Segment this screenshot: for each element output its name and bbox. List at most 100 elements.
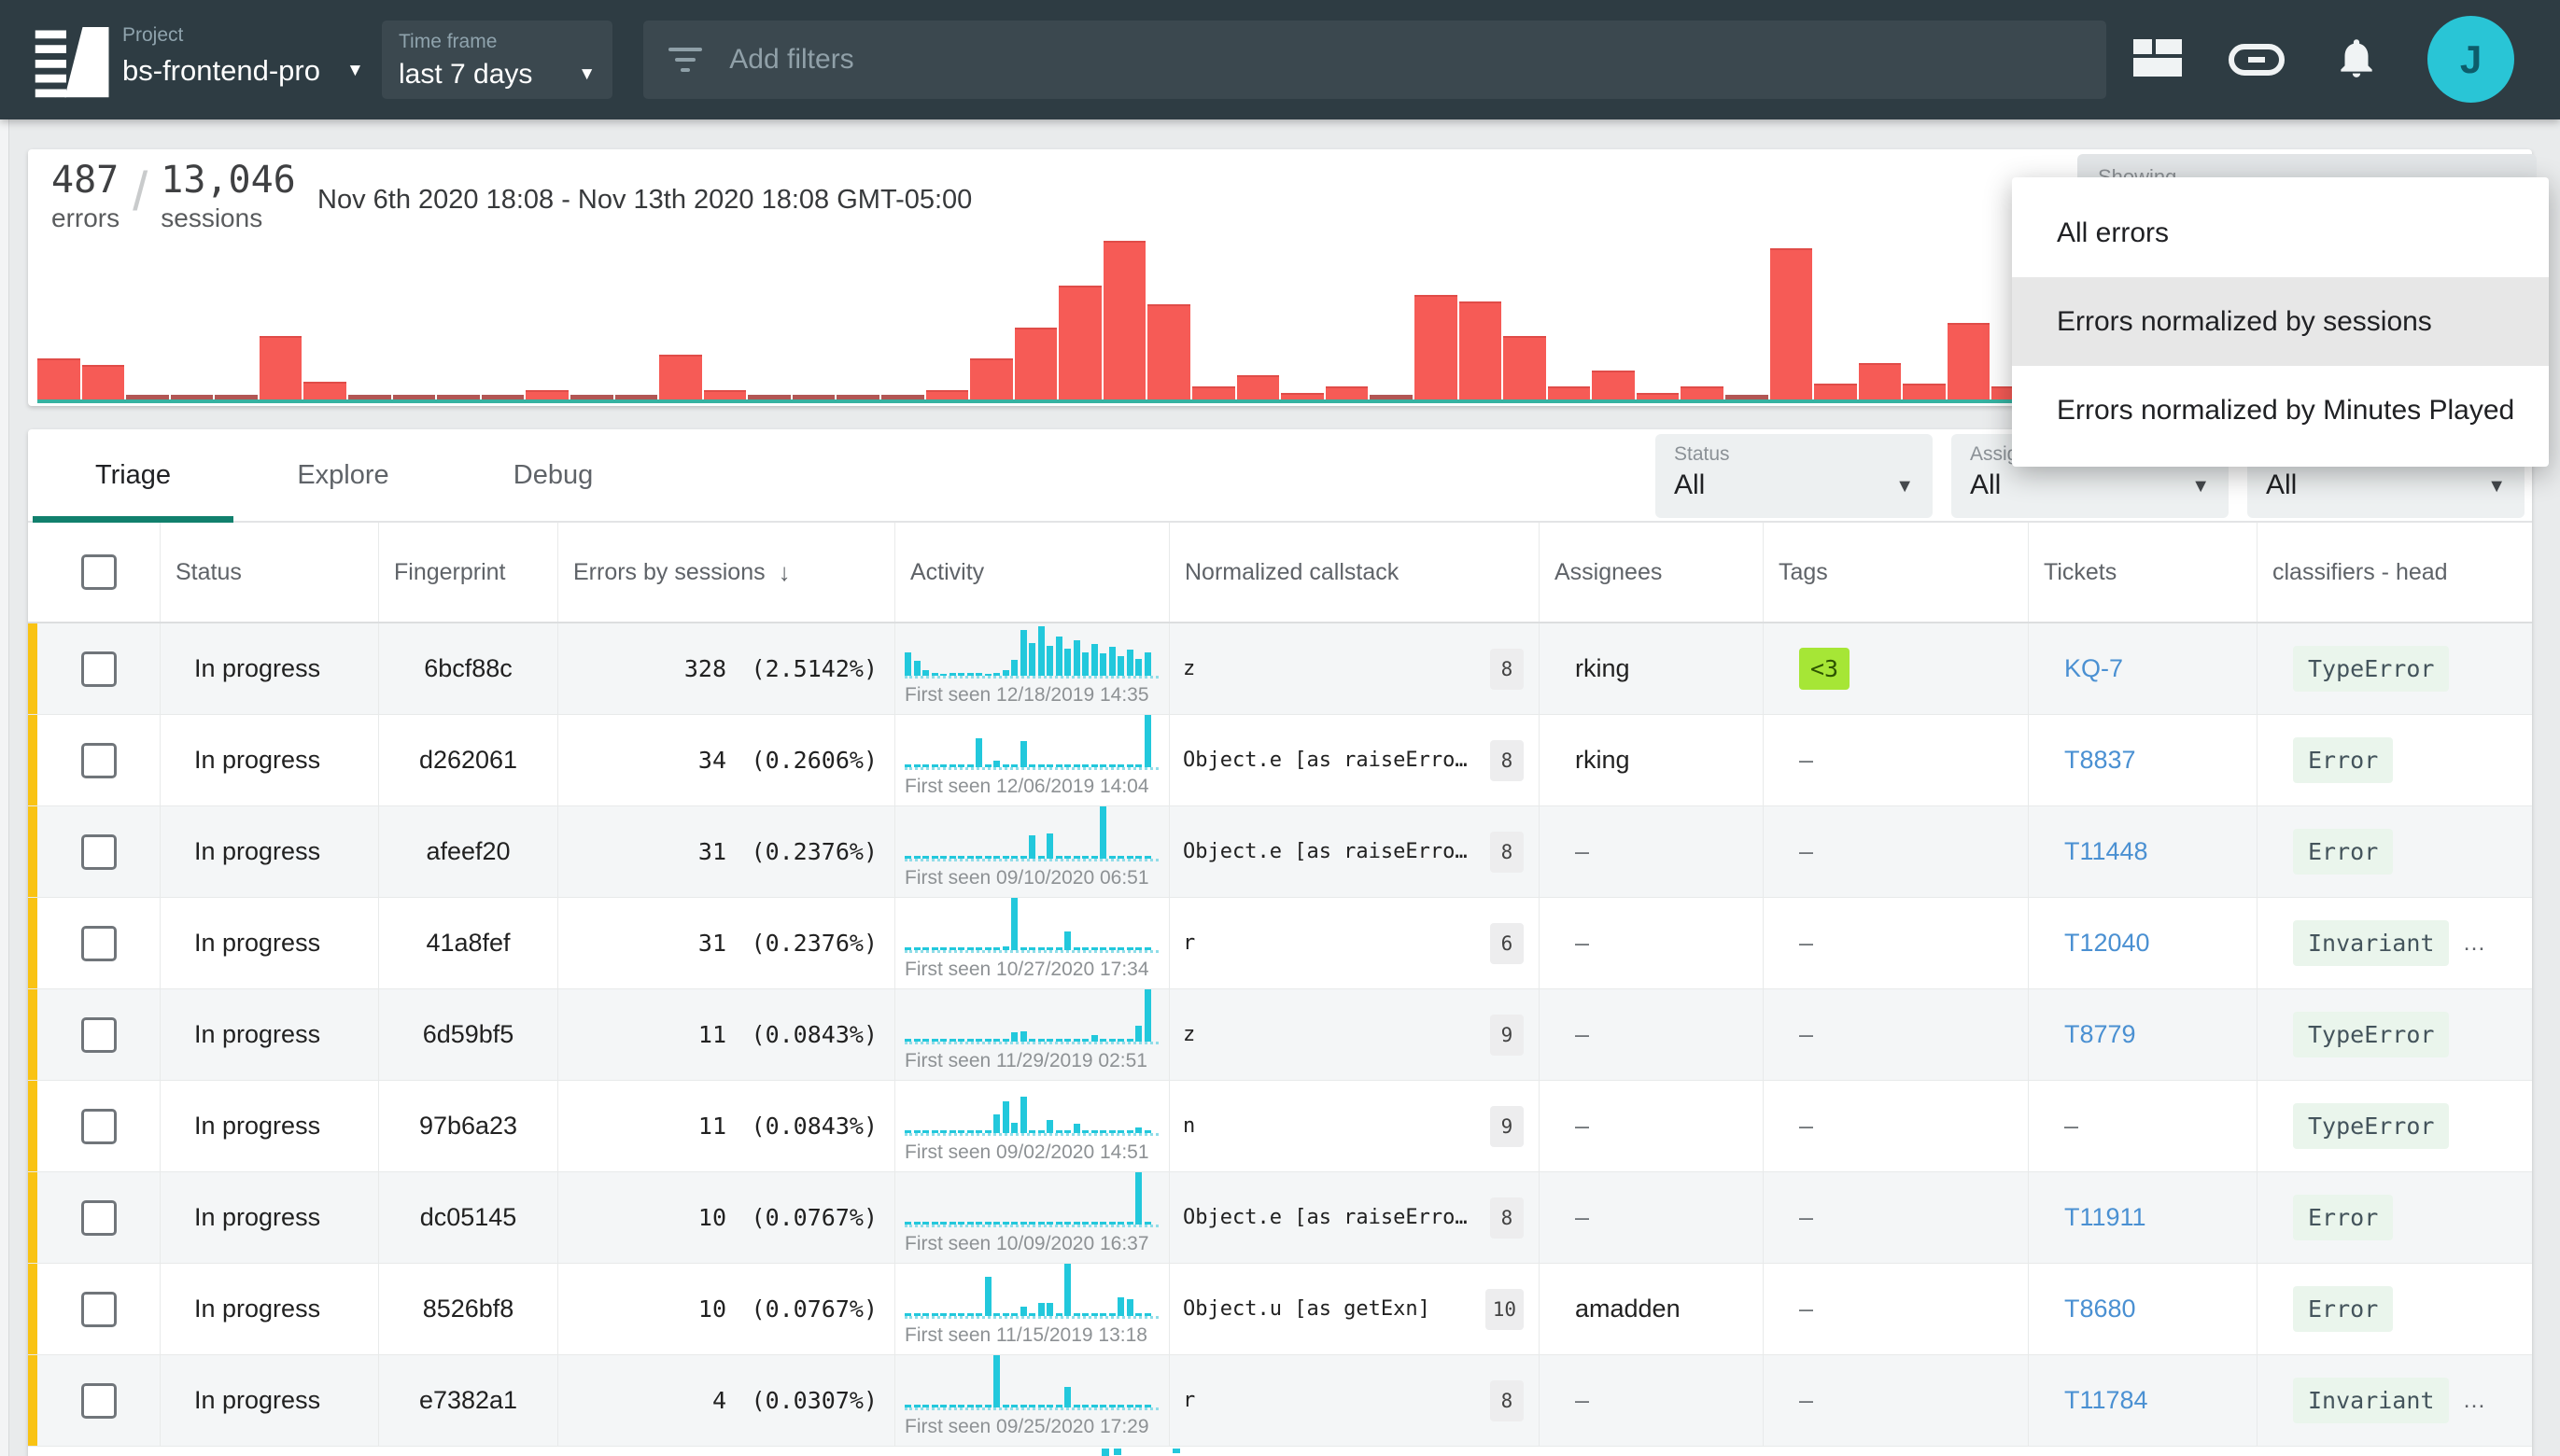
status-value: In progress (194, 1295, 320, 1323)
row-checkbox[interactable] (81, 1017, 117, 1053)
header-cell[interactable]: Tags (1764, 523, 2029, 622)
assignee-value: – (1575, 1112, 1589, 1141)
tab-explore[interactable]: Explore (238, 429, 448, 521)
ticket-link[interactable]: KQ-7 (2064, 654, 2123, 683)
sparkline-baseline (905, 1042, 1159, 1044)
assignee-value: rking (1575, 746, 1630, 775)
showing-menu-item[interactable]: All errors (2012, 189, 2549, 277)
sparkline-bar (1029, 643, 1035, 676)
table-row[interactable]: In progress d262061 34 (0.2606%) First s… (28, 715, 2532, 806)
histogram-bar (393, 395, 436, 399)
ticket-link[interactable]: T11911 (2064, 1203, 2146, 1232)
ticket-link[interactable]: T8680 (2064, 1295, 2136, 1323)
header-cell[interactable]: Activity (895, 523, 1170, 622)
header-cell[interactable]: Fingerprint (379, 523, 558, 622)
histogram-bar (437, 395, 480, 399)
ticket-link[interactable]: T8779 (2064, 1020, 2136, 1049)
row-checkbox[interactable] (81, 651, 117, 687)
row-checkbox[interactable] (81, 1383, 117, 1419)
classifiers-cell: Error (2258, 1172, 2532, 1263)
header-cell[interactable]: Assignees (1540, 523, 1764, 622)
histogram-bar (348, 395, 391, 399)
table-row[interactable]: In progress 6bcf88c 328 (2.5142%) First … (28, 623, 2532, 715)
row-checkbox[interactable] (81, 1292, 117, 1327)
table-row[interactable]: In progress e7382a1 4 (0.0307%) First se… (28, 1355, 2532, 1447)
table-row[interactable]: In progress 8526bf8 10 (0.0767%) First s… (28, 1264, 2532, 1355)
stats-divider: / (133, 161, 148, 223)
sparkline-bar (1145, 652, 1151, 676)
triage-table-card: Triage Explore Debug Status All ▼ Assign… (28, 429, 2532, 1456)
callstack-value: z (1183, 657, 1490, 680)
table-row[interactable]: In progress 97b6a23 11 (0.0843%) First s… (28, 1081, 2532, 1172)
sparkline-bar (1047, 833, 1053, 859)
callstack-frames-badge: 10 (1485, 1289, 1524, 1330)
ticket-link[interactable]: T12040 (2064, 929, 2150, 958)
filters-searchbar[interactable] (643, 21, 2106, 99)
table-row[interactable]: In progress 6d59bf5 11 (0.0843%) First s… (28, 989, 2532, 1081)
callstack-cell: z 8 (1170, 623, 1540, 714)
dashboard-layout-icon[interactable] (2131, 34, 2184, 82)
header-cell[interactable]: Tickets (2029, 523, 2258, 622)
assignee-value: – (1575, 837, 1589, 866)
callstack-value: r (1183, 1389, 1490, 1412)
sparkline-bar (1003, 1101, 1009, 1133)
classifier-ellipsis: … (2462, 930, 2485, 957)
sparkline-bar (1011, 660, 1018, 676)
header-cell[interactable]: Status (161, 523, 379, 622)
sparkline-bar (1118, 656, 1124, 676)
header-cell[interactable]: classifiers - head (2258, 523, 2532, 622)
notifications-bell-icon[interactable] (2333, 32, 2380, 84)
classifier-ellipsis: … (2462, 1387, 2485, 1414)
timeframe-selector[interactable]: Time frame last 7 days ▼ (382, 21, 612, 99)
sparkline-bar (1011, 1032, 1018, 1042)
callstack-value: Object.e [as raiseErro… (1183, 749, 1490, 772)
header-cell-label: Fingerprint (379, 559, 506, 586)
header-cell[interactable]: Errors by sessions ↓ (558, 523, 895, 622)
table-row[interactable]: In progress 41a8fef 31 (0.2376%) First s… (28, 898, 2532, 989)
row-checkbox[interactable] (81, 743, 117, 778)
sparkline-baseline (905, 1407, 1159, 1410)
showing-menu-item[interactable]: Errors normalized by sessions (2012, 277, 2549, 366)
activity-sparkline (905, 898, 1159, 950)
classifier-pill: TypeError (2293, 1012, 2449, 1057)
classifiers-cell: TypeError (2258, 989, 2532, 1080)
project-selector[interactable]: Project bs-frontend-pro ▼ (122, 24, 364, 88)
status-value: In progress (194, 837, 320, 866)
filter-dropdown-status[interactable]: Status All ▼ (1655, 434, 1933, 518)
sparkline-bar (1047, 1120, 1053, 1133)
sparkline-bar (1127, 650, 1133, 676)
header-cell[interactable]: Normalized callstack (1170, 523, 1540, 622)
tab-triage[interactable]: Triage (28, 429, 238, 521)
table-row[interactable]: In progress dc05145 10 (0.0767%) First s… (28, 1172, 2532, 1264)
user-avatar[interactable]: J (2427, 16, 2514, 103)
status-cell: In progress (161, 623, 379, 714)
tickets-cell: T8680 (2029, 1264, 2258, 1354)
status-cell: In progress (161, 1081, 379, 1171)
histogram-bar (1059, 286, 1102, 399)
chevron-down-icon: ▼ (1895, 476, 1914, 497)
ticket-link[interactable]: T8837 (2064, 746, 2136, 775)
ticket-link[interactable]: T11784 (2064, 1386, 2148, 1415)
histogram-bar (1725, 395, 1768, 399)
row-checkbox[interactable] (81, 834, 117, 870)
first-seen: First seen 09/02/2020 14:51 (905, 1141, 1149, 1164)
link-icon[interactable] (2228, 35, 2286, 84)
add-filters-input[interactable] (727, 43, 2082, 77)
errors-by-sessions-cell: 11 (0.0843%) (558, 989, 895, 1080)
table-row[interactable]: In progress afeef20 31 (0.2376%) First s… (28, 806, 2532, 898)
histogram-bar (1637, 393, 1680, 399)
tab-debug[interactable]: Debug (448, 429, 658, 521)
tags-cell: <3 (1764, 623, 2029, 714)
select-all-checkbox[interactable] (81, 554, 117, 590)
histogram-bar (1903, 384, 1946, 399)
row-checkbox[interactable] (81, 1200, 117, 1236)
row-checkbox[interactable] (81, 926, 117, 961)
status-cell: In progress (161, 1355, 379, 1446)
ticket-link[interactable]: T11448 (2064, 837, 2148, 866)
filter-value: All (1674, 469, 1914, 501)
assignees-cell: – (1540, 806, 1764, 897)
avatar-initial: J (2460, 37, 2482, 82)
showing-menu-item[interactable]: Errors normalized by Minutes Played (2012, 366, 2549, 455)
histogram-bar (1326, 386, 1369, 399)
row-checkbox[interactable] (81, 1109, 117, 1144)
